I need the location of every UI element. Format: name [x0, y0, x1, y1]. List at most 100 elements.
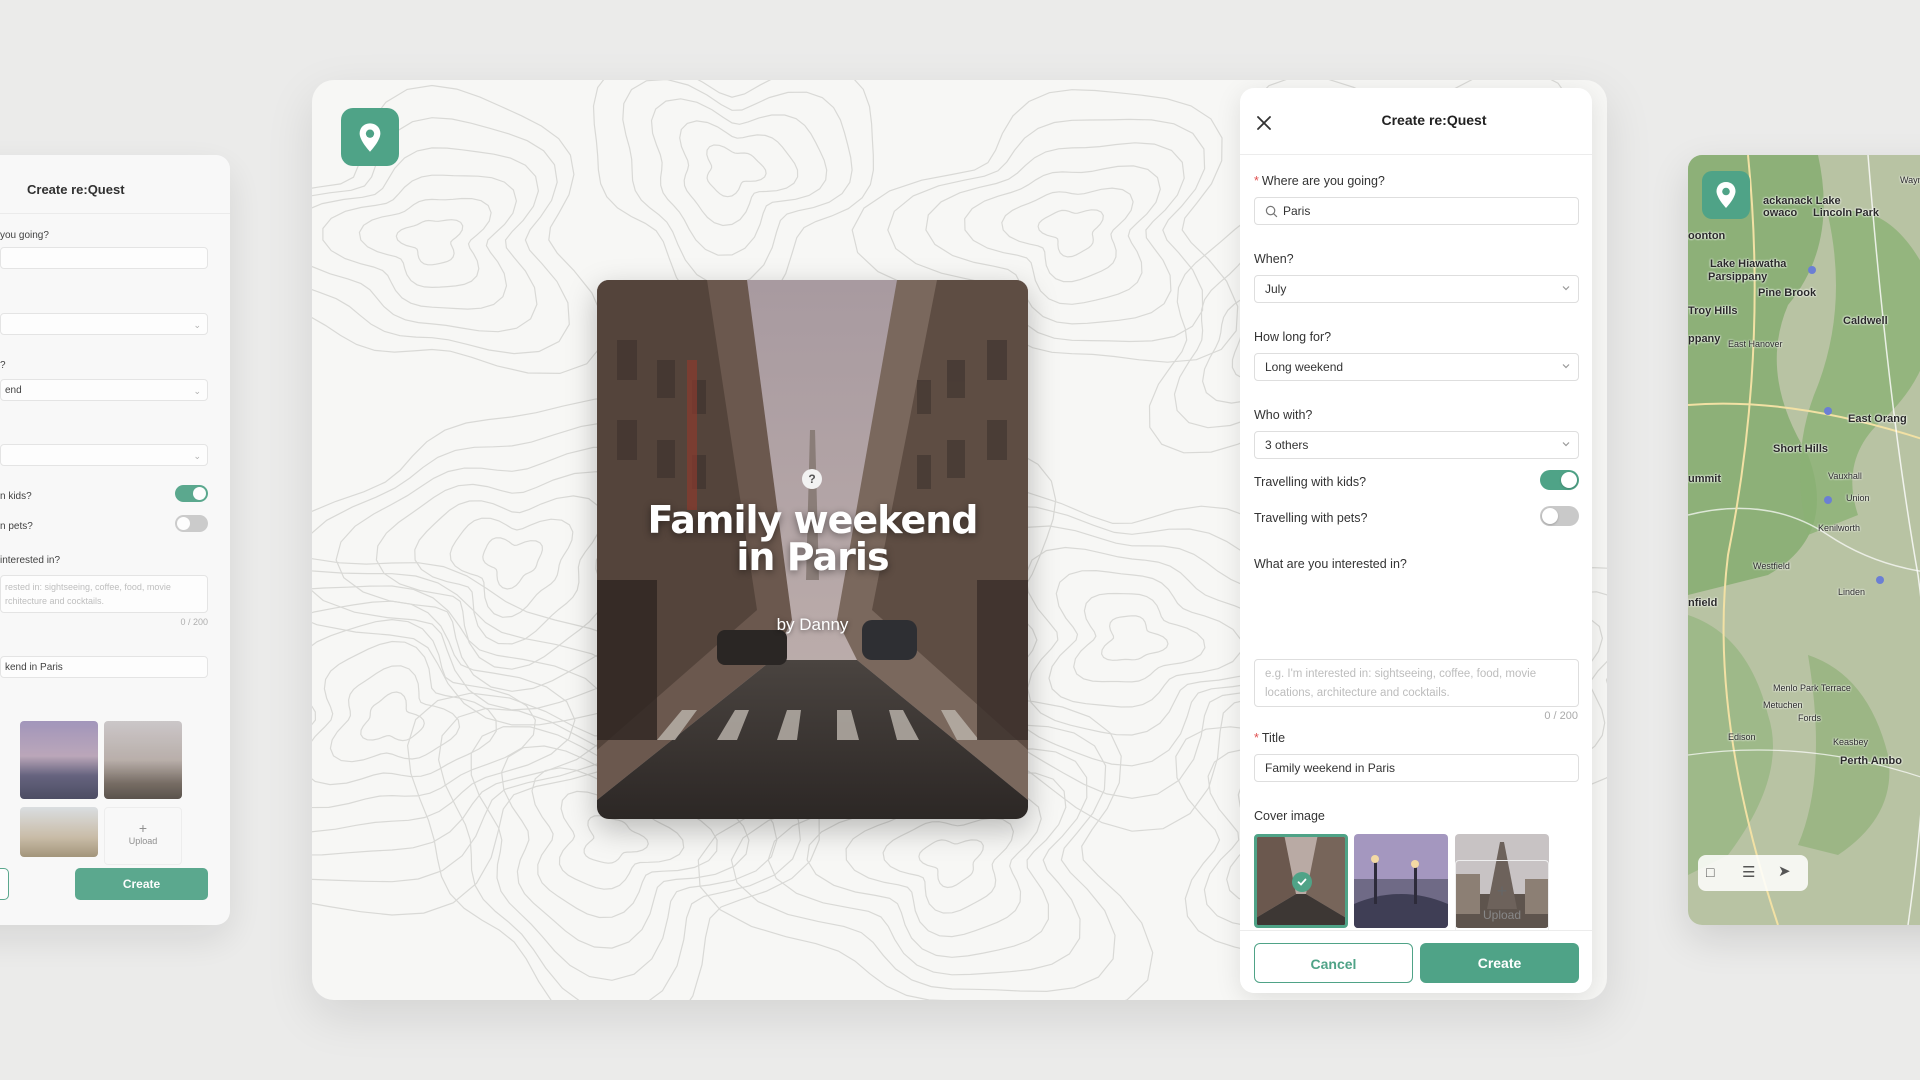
- pets-label: Travelling with pets?: [1254, 511, 1368, 525]
- map-place-label: Edison: [1728, 732, 1756, 742]
- how-long-select[interactable]: Long weekend: [1254, 353, 1579, 381]
- map-place-label: Lake Hiawatha: [1710, 258, 1787, 270]
- preview-byline: by Danny: [776, 615, 849, 634]
- map-place-label: Metuchen: [1763, 700, 1803, 710]
- ghost-when-select: ⌄: [0, 313, 208, 335]
- map-toolbar: □ ☰ ➤: [1698, 855, 1808, 891]
- map-place-label: Keasbey: [1833, 737, 1869, 747]
- layers-icon: ☰: [1742, 864, 1756, 881]
- cover-image-label: Cover image: [1254, 809, 1325, 823]
- pets-toggle[interactable]: [1540, 506, 1579, 526]
- help-icon: ?: [802, 469, 822, 489]
- kids-label: Travelling with kids?: [1254, 475, 1367, 489]
- when-select[interactable]: July: [1254, 275, 1579, 303]
- ghost-cover-thumb: [20, 721, 98, 799]
- preview-title: Family weekend in Paris: [647, 498, 979, 579]
- ghost-where-input: [0, 247, 208, 269]
- chevron-down-icon: ⌄: [193, 320, 201, 330]
- plus-icon: +: [1496, 881, 1508, 901]
- map-place-label: East Orang: [1848, 413, 1907, 425]
- required-marker: *: [1254, 731, 1259, 745]
- map-place-label: Short Hills: [1773, 443, 1829, 455]
- where-value: Paris: [1283, 204, 1311, 218]
- map-place-label: Lincoln Park: [1813, 207, 1880, 219]
- map-place-label: East Hanover: [1728, 339, 1783, 349]
- ghost-how-long-select: end ⌄: [0, 379, 208, 401]
- upload-cover-button[interactable]: + Upload: [1455, 860, 1549, 930]
- ghost-cancel-button: ncel: [0, 868, 9, 900]
- where-label: * Where are you going?: [1254, 174, 1385, 188]
- kids-toggle[interactable]: [1540, 470, 1579, 490]
- chevron-down-icon: [1562, 286, 1570, 291]
- map-place-label: oonton: [1688, 230, 1726, 242]
- title-label: * Title: [1254, 731, 1286, 745]
- map-place-label: owaco: [1763, 207, 1798, 219]
- ghost-how-long-label: ?: [0, 360, 6, 371]
- who-with-label: Who with?: [1254, 408, 1313, 422]
- create-quest-form-panel: Create re:Quest * Where are you going? Pa…: [1240, 88, 1592, 993]
- where-input[interactable]: Paris: [1254, 197, 1579, 225]
- main-card: ? Family weekend in Paris by Danny Creat…: [312, 80, 1607, 1000]
- map-place-label: Parsippany: [1708, 271, 1768, 283]
- chevron-down-icon: ⌄: [193, 386, 201, 396]
- ghost-pets-toggle: [175, 515, 208, 532]
- ghost-pets-label: n pets?: [0, 521, 33, 532]
- how-long-value: Long weekend: [1265, 360, 1344, 374]
- ghost-title-input: kend in Paris: [0, 656, 208, 678]
- ghost-kids-label: n kids?: [0, 491, 32, 502]
- cover-option-paris-street[interactable]: [1254, 834, 1348, 928]
- ghost-panel-title: Create re:Quest: [27, 182, 125, 197]
- cancel-button[interactable]: Cancel: [1254, 943, 1413, 983]
- bridge-lamps-thumbnail: [1354, 834, 1448, 928]
- who-with-select[interactable]: 3 others: [1254, 431, 1579, 459]
- map-place-label: Fords: [1798, 713, 1822, 723]
- how-long-label: How long for?: [1254, 330, 1332, 344]
- create-button[interactable]: Create: [1420, 943, 1579, 983]
- map-place-label: Linden: [1838, 587, 1866, 597]
- form-footer: Cancel Create: [1240, 930, 1592, 993]
- map-place-label: Union: [1846, 493, 1870, 503]
- map-place-label: nfield: [1688, 597, 1718, 609]
- who-with-value: 3 others: [1265, 438, 1309, 452]
- interest-label: What are you interested in?: [1254, 557, 1407, 571]
- form-title: Create re:Quest: [1381, 112, 1487, 128]
- char-count: 0 / 200: [1544, 710, 1578, 722]
- ghost-interest-placeholder-2: rchitecture and cocktails.: [5, 596, 105, 606]
- background-form-panel-left: Create re:Quest you going? ⌄ ? end ⌄ ⌄ n …: [0, 155, 230, 925]
- map-place-label: Kenilworth: [1818, 523, 1861, 533]
- ghost-interest-label: interested in?: [0, 555, 61, 566]
- map-place-label: Perth Ambo: [1840, 755, 1902, 767]
- ghost-upload-tile: + Upload: [104, 807, 182, 865]
- header-divider: [1240, 154, 1592, 155]
- map-place-label: ummit: [1688, 473, 1721, 485]
- map-place-label: Wayne: [1900, 175, 1920, 185]
- ghost-cover-thumb: [20, 807, 98, 857]
- required-marker: *: [1254, 174, 1259, 188]
- ghost-where-label: you going?: [0, 230, 49, 241]
- quest-preview-card: ? Family weekend in Paris by Danny: [597, 280, 1028, 819]
- selected-check-icon: [1292, 872, 1312, 892]
- ghost-kids-toggle: [175, 485, 208, 502]
- map-place-label: Troy Hills: [1688, 305, 1738, 317]
- map-pin-icon: [1716, 182, 1736, 208]
- background-map-panel: □ ☰ ➤ WaynePreaackanack LakeowacoLincoln…: [1688, 155, 1920, 925]
- map-pin-icon: [359, 122, 381, 152]
- ghost-cover-thumb: [104, 721, 182, 799]
- when-value: July: [1265, 282, 1287, 296]
- map-place-label: Menlo Park Terrace: [1773, 683, 1851, 693]
- title-input[interactable]: Family weekend in Paris: [1254, 754, 1579, 782]
- when-label: When?: [1254, 252, 1294, 266]
- ghost-who-select: ⌄: [0, 444, 208, 466]
- ghost-interest-placeholder: rested in: sightseeing, coffee, food, mo…: [5, 582, 171, 592]
- ghost-interest-textarea: rested in: sightseeing, coffee, food, mo…: [0, 575, 208, 613]
- chevron-down-icon: [1562, 442, 1570, 447]
- chevron-down-icon: ⌄: [193, 451, 201, 461]
- map-pin-button: [1702, 171, 1750, 219]
- search-icon: [1265, 205, 1278, 218]
- fullscreen-icon: □: [1706, 864, 1715, 880]
- ghost-create-button: Create: [75, 868, 208, 900]
- upload-label: Upload: [1482, 908, 1522, 922]
- cover-option-bridge-lamps[interactable]: [1354, 834, 1448, 928]
- interest-textarea[interactable]: e.g. I'm interested in: sightseeing, cof…: [1254, 659, 1579, 707]
- logo-button[interactable]: [341, 108, 399, 166]
